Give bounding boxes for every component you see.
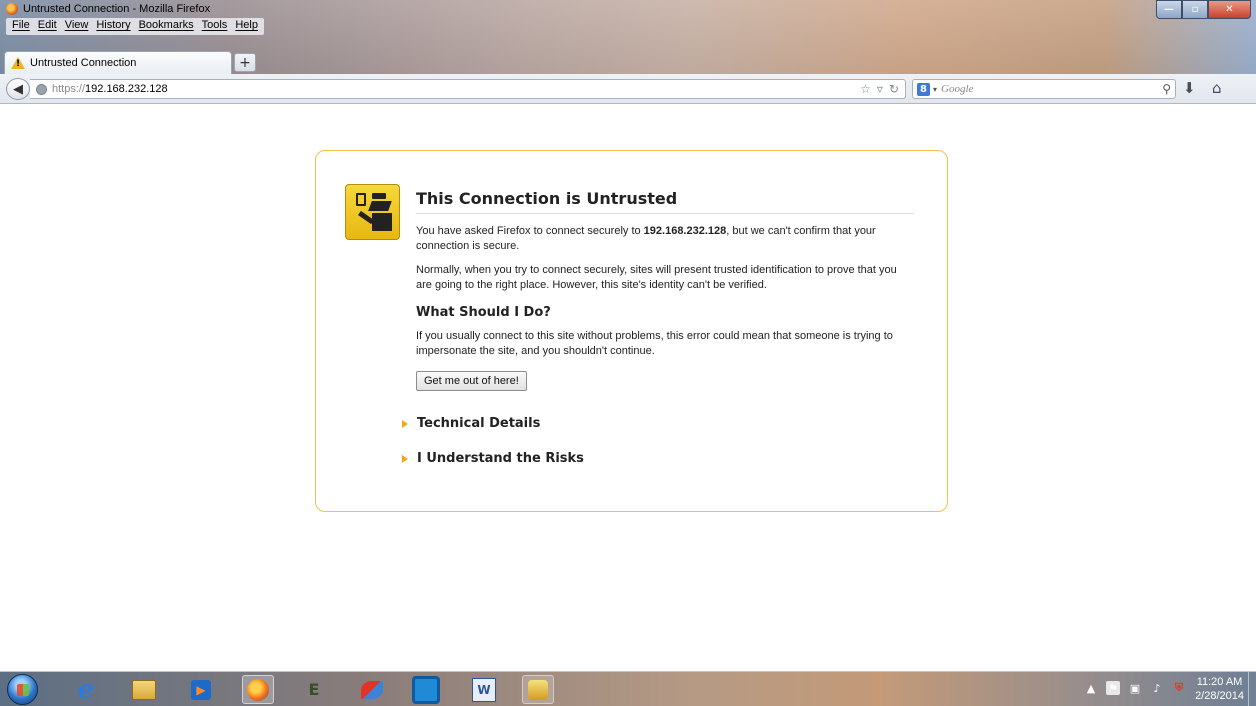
maximize-button[interactable]: ▫ — [1182, 0, 1208, 19]
history-dropdown-icon[interactable]: ▿ — [877, 82, 883, 96]
reload-icon[interactable]: ↻ — [889, 82, 899, 96]
error-text: This Connection is Untrusted You have as… — [416, 189, 914, 391]
menu-help[interactable]: Help — [231, 18, 262, 35]
app-taskbar-icon[interactable] — [522, 675, 554, 704]
error-explanation: Normally, when you try to connect secure… — [416, 264, 897, 291]
what-should-i-do-heading: What Should I Do? — [416, 305, 551, 320]
menu-file[interactable]: File — [8, 18, 34, 35]
taskbar: e E ▲ ⚑ ▣ ♪ ⛨ 11:20 AM 2/28/2014 — [0, 671, 1256, 706]
url-host: 192.168.232.128 — [85, 83, 168, 95]
volume-icon[interactable]: ♪ — [1150, 681, 1164, 695]
outlook-taskbar-icon[interactable] — [410, 675, 442, 704]
warning-icon: ! — [11, 57, 25, 69]
window-title: Untrusted Connection - Mozilla Firefox — [23, 3, 211, 15]
back-arrow-icon: ◀ — [13, 81, 23, 97]
expand-arrow-icon — [402, 454, 408, 463]
minimize-button[interactable]: — — [1156, 0, 1182, 19]
technical-details-label: Technical Details — [417, 416, 541, 431]
search-bar[interactable]: 8 ▾ Google ⚲ — [912, 79, 1176, 99]
new-tab-button[interactable]: + — [234, 53, 256, 72]
bookmark-star-icon[interactable]: ☆ — [860, 82, 871, 96]
expand-arrow-icon — [402, 419, 408, 428]
search-placeholder: Google — [941, 83, 974, 95]
url-protocol: https:// — [52, 83, 86, 95]
globe-icon[interactable] — [36, 83, 47, 95]
window-controls: — ▫ ✕ — [1156, 0, 1251, 19]
menu-bar: File Edit View History Bookmarks Tools H… — [6, 18, 264, 35]
understand-risks-label: I Understand the Risks — [417, 451, 584, 466]
clock[interactable]: 11:20 AM 2/28/2014 — [1195, 675, 1244, 703]
error-title: This Connection is Untrusted — [416, 189, 914, 214]
security-shield-icon[interactable]: ⛨ — [1172, 681, 1186, 695]
home-icon[interactable]: ⌂ — [1212, 79, 1222, 97]
url-bar[interactable]: https://192.168.232.128 ☆ ▿ ↻ — [30, 79, 906, 99]
url-bar-icons: ☆ ▿ ↻ — [860, 82, 899, 96]
menu-bookmarks[interactable]: Bookmarks — [135, 18, 198, 35]
tab-untrusted-connection[interactable]: ! Untrusted Connection — [4, 51, 232, 74]
paint-taskbar-icon[interactable] — [356, 675, 388, 704]
network-icon[interactable]: ▣ — [1128, 681, 1142, 695]
file-explorer-taskbar-icon[interactable] — [128, 675, 160, 704]
downloads-icon[interactable]: ⬇ — [1183, 79, 1196, 97]
error-description: You have asked Firefox to connect secure… — [416, 225, 876, 252]
title-row: Untrusted Connection - Mozilla Firefox — [6, 1, 210, 17]
tab-label: Untrusted Connection — [30, 57, 137, 69]
search-icon[interactable]: ⚲ — [1162, 82, 1171, 96]
get-me-out-button[interactable]: Get me out of here! — [416, 371, 527, 391]
action-center-icon[interactable]: ⚑ — [1106, 681, 1120, 695]
tray-expand-icon[interactable]: ▲ — [1084, 681, 1098, 695]
firefox-taskbar-icon[interactable] — [242, 675, 274, 704]
technical-details-expander[interactable]: Technical Details — [402, 416, 540, 431]
page-content: This Connection is Untrusted You have as… — [0, 105, 1256, 671]
navigation-bar: ◀ https://192.168.232.128 ☆ ▿ ↻ 8 ▾ Goog… — [0, 74, 1256, 104]
google-icon[interactable]: 8 — [917, 82, 930, 96]
clock-date: 2/28/2014 — [1195, 690, 1244, 702]
error-page-container: This Connection is Untrusted You have as… — [315, 150, 948, 512]
understand-risks-expander[interactable]: I Understand the Risks — [402, 451, 584, 466]
tab-strip: ! Untrusted Connection + — [0, 50, 1256, 74]
menu-edit[interactable]: Edit — [34, 18, 61, 35]
back-button[interactable]: ◀ — [6, 78, 30, 100]
clock-time: 11:20 AM — [1196, 676, 1243, 688]
advice-text: If you usually connect to this site with… — [416, 330, 893, 357]
tool-taskbar-icon[interactable]: E — [298, 675, 330, 704]
menu-history[interactable]: History — [92, 18, 134, 35]
close-button[interactable]: ✕ — [1208, 0, 1251, 19]
search-engine-dropdown-icon[interactable]: ▾ — [933, 85, 937, 94]
system-tray: ▲ ⚑ ▣ ♪ ⛨ — [1084, 681, 1186, 695]
show-desktop-button[interactable] — [1248, 672, 1256, 706]
untrusted-identity-icon — [345, 184, 400, 240]
menu-view[interactable]: View — [61, 18, 93, 35]
media-player-taskbar-icon[interactable] — [185, 675, 217, 704]
menu-tools[interactable]: Tools — [198, 18, 232, 35]
internet-explorer-taskbar-icon[interactable]: e — [70, 675, 102, 705]
word-taskbar-icon[interactable] — [468, 675, 500, 704]
start-button[interactable] — [7, 674, 38, 705]
firefox-icon — [6, 3, 18, 15]
